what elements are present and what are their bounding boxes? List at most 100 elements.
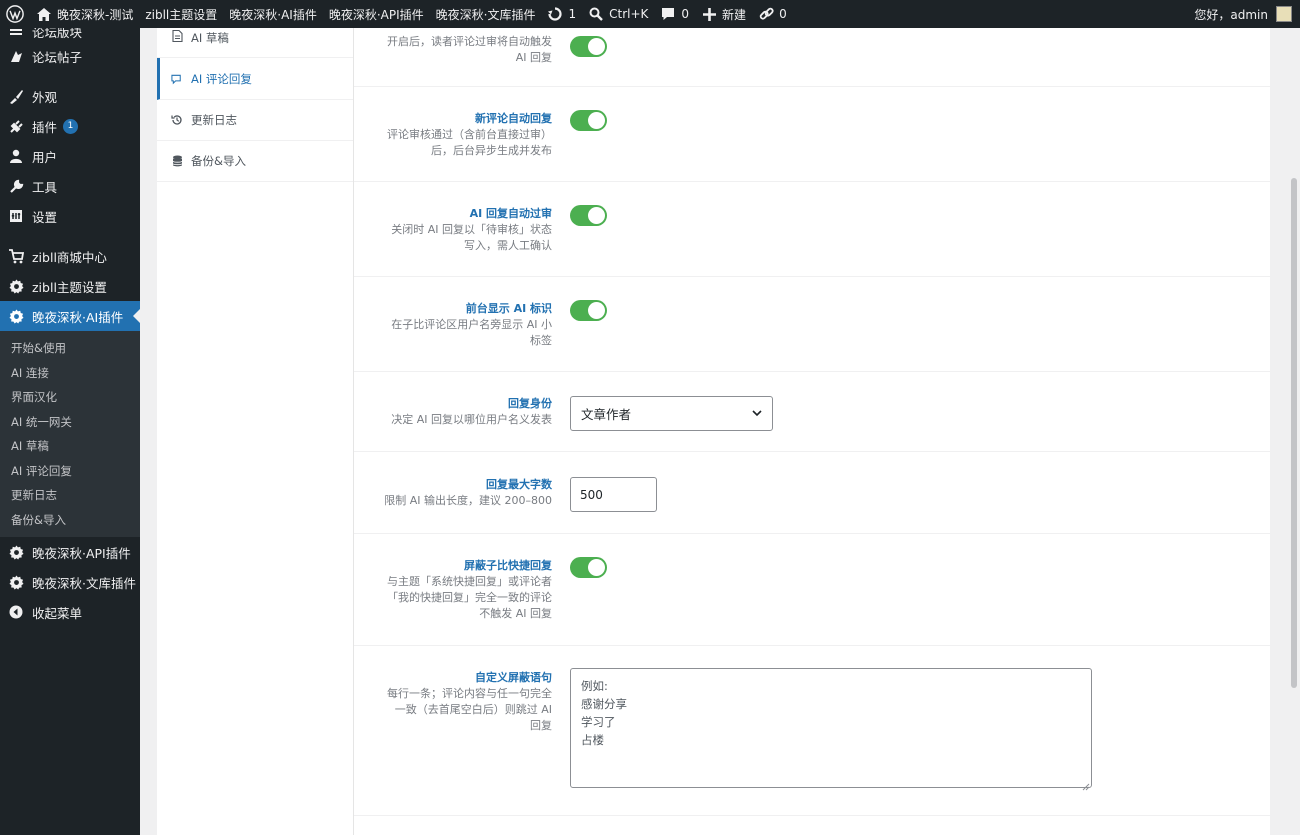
resize-grip-icon[interactable] — [1082, 778, 1090, 791]
page-scrollbar[interactable] — [1288, 28, 1300, 835]
posts-icon — [8, 48, 24, 64]
settings-form: 开启后，读者评论过审将自动触发 AI 回复 新评论自动回复 评论审核通过（含前台… — [354, 28, 1270, 835]
submenu-item-ai-drafts[interactable]: AI 草稿 — [0, 434, 140, 459]
adminbar-library-plugin[interactable]: 晚夜深秋·文库插件 — [430, 0, 542, 28]
chevron-down-icon — [751, 407, 763, 419]
setting-description: 「我的快捷回复」完全一致的评论 — [387, 591, 552, 604]
setting-title: 回复最大字数 — [486, 478, 552, 491]
user-icon — [8, 148, 24, 164]
sidebar-item-zibll-theme[interactable]: zibll主题设置 — [0, 271, 140, 301]
scrollbar-thumb[interactable] — [1291, 178, 1297, 688]
setting-row-ai-auto-approve: AI 回复自动过审 关闭时 AI 回复以「待审核」状态 写入，需人工确认 — [354, 182, 1270, 277]
show-ai-badge-toggle[interactable] — [570, 300, 607, 321]
plugin-settings-panel: AI 草稿 AI 评论回复 更新日志 备份&导入 开启后，读者评论过审将自动触发… — [157, 28, 1270, 835]
setting-title: 回复身份 — [508, 397, 552, 410]
auto-trigger-toggle[interactable] — [570, 36, 607, 57]
submenu-item-localization[interactable]: 界面汉化 — [0, 385, 140, 410]
plugin-update-badge: 1 — [63, 118, 79, 134]
sidebar-item-zibll-shop[interactable]: zibll商城中心 — [0, 241, 140, 271]
refresh-icon — [547, 6, 563, 22]
submenu-item-backup-import[interactable]: 备份&导入 — [0, 508, 140, 533]
subnav-item-ai-comment-reply[interactable]: AI 评论回复 — [157, 58, 353, 100]
setting-title: AI 回复自动过审 — [469, 207, 552, 220]
setting-row-custom-block-phrases: 自定义屏蔽语句 每行一条；评论内容与任一句完全 一致（去首尾空白后）则跳过 AI… — [354, 646, 1270, 816]
submenu-item-ai-gateway[interactable]: AI 统一网关 — [0, 410, 140, 435]
sidebar-item-ai-plugin[interactable]: 晚夜深秋·AI插件 — [0, 301, 140, 331]
submenu-item-changelog[interactable]: 更新日志 — [0, 483, 140, 508]
home-icon — [36, 6, 52, 22]
gear-icon — [8, 544, 24, 560]
max-reply-length-input[interactable]: 500 — [570, 477, 657, 512]
setting-row-max-reply-length: 回复最大字数 限制 AI 输出长度，建议 200–800 500 — [354, 452, 1270, 534]
adminbar-ai-plugin[interactable]: 晚夜深秋·AI插件 — [223, 0, 323, 28]
adminbar-zibll-theme[interactable]: zibll主题设置 — [139, 0, 223, 28]
plugin-icon — [8, 118, 24, 134]
plus-icon — [701, 6, 717, 22]
setting-description: AI 回复 — [515, 51, 552, 64]
setting-description: 关闭时 AI 回复以「待审核」状态 — [391, 223, 552, 236]
search-icon — [588, 6, 604, 22]
sidebar-item-users[interactable]: 用户 — [0, 141, 140, 171]
setting-row-reply-identity: 回复身份 决定 AI 回复以哪位用户名义发表 文章作者 — [354, 372, 1270, 452]
chat-icon — [171, 73, 183, 85]
database-icon — [171, 155, 183, 167]
reply-identity-select[interactable]: 文章作者 — [570, 396, 773, 431]
link-icon — [758, 6, 774, 22]
wordpress-logo-icon[interactable] — [0, 0, 30, 28]
comments-link[interactable]: 0 — [654, 0, 695, 28]
setting-title: 前台显示 AI 标识 — [465, 302, 552, 315]
account-menu[interactable]: 您好，admin — [1188, 0, 1300, 28]
avatar — [1276, 6, 1292, 22]
setting-description: 限制 AI 输出长度，建议 200–800 — [384, 494, 552, 507]
submenu-item-getting-started[interactable]: 开始&使用 — [0, 336, 140, 361]
search-shortcut[interactable]: Ctrl+K — [582, 0, 654, 28]
admin-bar: 晚夜深秋-测试 zibll主题设置 晚夜深秋·AI插件 晚夜深秋·API插件 晚… — [0, 0, 1300, 28]
setting-description: 在子比评论区用户名旁显示 AI 小 — [391, 318, 552, 331]
setting-description: 评论审核通过（含前台直接过审） — [387, 128, 552, 141]
setting-description: 后，后台异步生成并发布 — [431, 144, 552, 157]
adminbar-api-plugin[interactable]: 晚夜深秋·API插件 — [323, 0, 430, 28]
updates-link[interactable]: 1 — [541, 0, 582, 28]
subnav-item-changelog[interactable]: 更新日志 — [157, 100, 353, 141]
setting-title: 自定义屏蔽语句 — [475, 671, 552, 684]
sidebar-item-plugins[interactable]: 插件 1 — [0, 111, 140, 141]
setting-description: 每行一条；评论内容与任一句完全 — [387, 687, 552, 700]
settings-subnav: AI 草稿 AI 评论回复 更新日志 备份&导入 — [157, 28, 354, 835]
setting-title: 新评论自动回复 — [475, 112, 552, 125]
sidebar-item-appearance[interactable]: 外观 — [0, 81, 140, 111]
brush-icon — [8, 88, 24, 104]
site-name-link[interactable]: 晚夜深秋-测试 — [30, 0, 139, 28]
sidebar-item-forum-posts[interactable]: 论坛帖子 — [0, 41, 140, 71]
custom-block-phrases-textarea[interactable]: 例如: 感谢分享 学习了 占楼 — [570, 668, 1092, 791]
ai-auto-approve-toggle[interactable] — [570, 205, 607, 226]
submenu-item-ai-connection[interactable]: AI 连接 — [0, 361, 140, 386]
sidebar-item-tools[interactable]: 工具 — [0, 171, 140, 201]
wrench-icon — [8, 178, 24, 194]
sidebar-item-api-plugin[interactable]: 晚夜深秋·API插件 — [0, 537, 140, 567]
cart-icon — [8, 248, 24, 264]
document-icon — [171, 30, 183, 42]
setting-row-block-quick-replies: 屏蔽子比快捷回复 与主题「系统快捷回复」或评论者 「我的快捷回复」完全一致的评论… — [354, 534, 1270, 646]
setting-description: 决定 AI 回复以哪位用户名义发表 — [391, 413, 552, 426]
new-comment-auto-reply-toggle[interactable] — [570, 110, 607, 131]
collapse-menu-button[interactable]: 收起菜单 — [0, 597, 140, 627]
setting-description: 回复 — [530, 719, 552, 732]
submenu-item-ai-comment-reply[interactable]: AI 评论回复 — [0, 459, 140, 484]
sidebar-item-settings[interactable]: 设置 — [0, 201, 140, 231]
new-content-link[interactable]: 新建 — [695, 0, 752, 28]
collapse-icon — [8, 604, 24, 620]
setting-description: 不触发 AI 回复 — [479, 607, 552, 620]
comment-icon — [660, 6, 676, 22]
setting-description: 一致（去首尾空白后）则跳过 AI — [394, 703, 552, 716]
subnav-item-backup-import[interactable]: 备份&导入 — [157, 141, 353, 182]
gear-icon — [8, 278, 24, 294]
setting-title: 屏蔽子比快捷回复 — [464, 559, 552, 572]
sidebar-item-library-plugin[interactable]: 晚夜深秋·文库插件 — [0, 567, 140, 597]
settings-icon — [8, 208, 24, 224]
gear-icon — [8, 308, 24, 324]
links-link[interactable]: 0 — [752, 0, 793, 28]
admin-sidebar: 论坛版块 论坛帖子 外观 插件 1 用户 工具 设置 zibll商城中心 zib… — [0, 25, 140, 835]
block-quick-replies-toggle[interactable] — [570, 557, 607, 578]
subnav-item-ai-drafts[interactable]: AI 草稿 — [157, 28, 353, 58]
setting-row-new-comment-auto-reply: 新评论自动回复 评论审核通过（含前台直接过审） 后，后台异步生成并发布 — [354, 87, 1270, 182]
